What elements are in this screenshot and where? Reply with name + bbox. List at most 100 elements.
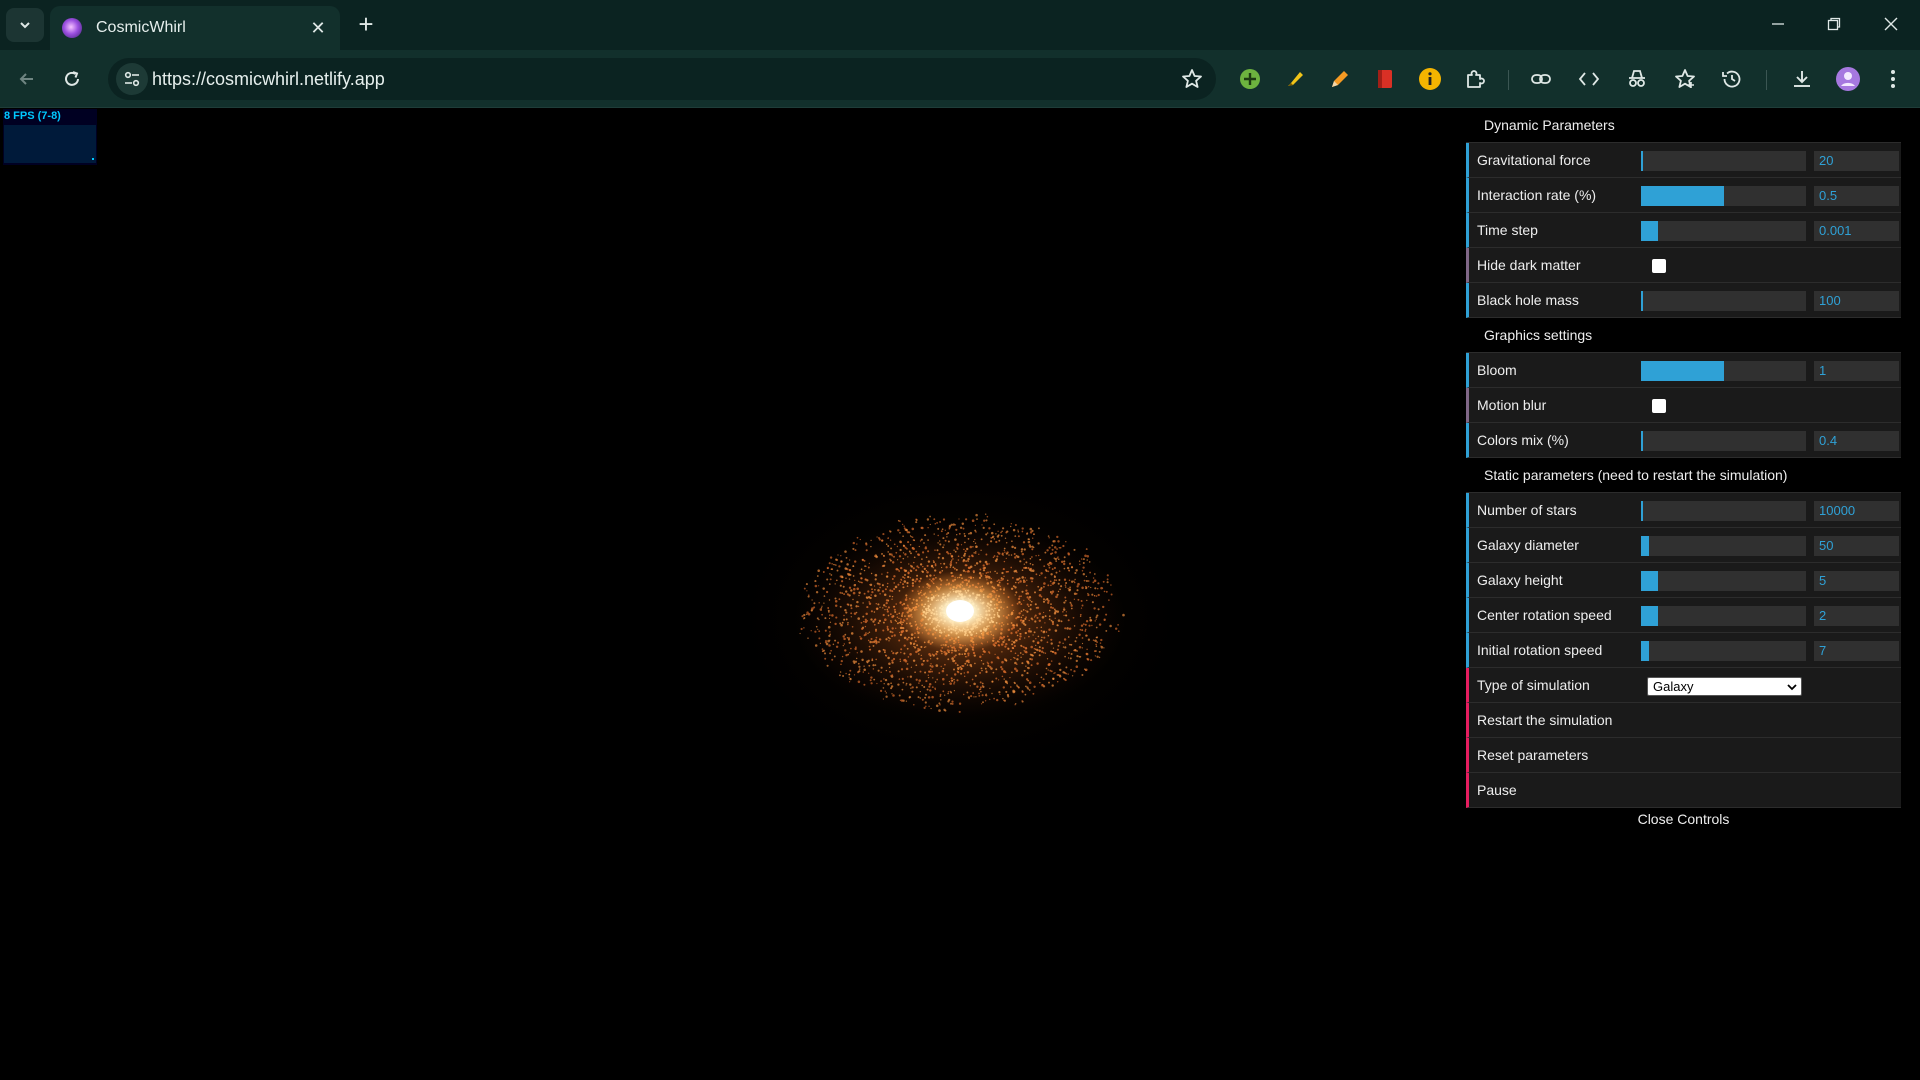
galaxy-canvas [710, 449, 1210, 789]
time-step-input[interactable]: 0.001 [1814, 221, 1899, 241]
number-of-stars-slider[interactable] [1641, 501, 1806, 521]
interaction-rate-slider[interactable] [1641, 186, 1806, 206]
center-rotation-speed-slider[interactable] [1641, 606, 1806, 626]
control-label: Black hole mass [1477, 292, 1579, 308]
address-bar[interactable]: https://cosmicwhirl.netlify.app [108, 58, 1216, 100]
favorites-star-icon[interactable] [1672, 66, 1698, 92]
pause-button[interactable]: Pause [1466, 773, 1901, 808]
number-of-stars-input[interactable]: 10000 [1814, 501, 1899, 521]
reset-parameters-button[interactable]: Reset parameters [1466, 738, 1901, 773]
chevron-down-icon [20, 22, 30, 29]
url-text[interactable]: https://cosmicwhirl.netlify.app [152, 69, 385, 90]
control-label: Type of simulation [1477, 677, 1590, 693]
site-settings-icon[interactable] [116, 63, 148, 95]
download-icon[interactable] [1789, 66, 1815, 92]
black-hole-mass-input[interactable]: 100 [1814, 291, 1899, 311]
control-center-rotation-speed: Center rotation speed 2 [1466, 598, 1901, 633]
fps-readout: 8 FPS (7-8) [4, 110, 61, 122]
section-dynamic-parameters[interactable]: Dynamic Parameters [1466, 108, 1901, 143]
control-black-hole-mass: Black hole mass 100 [1466, 283, 1901, 318]
control-initial-rotation-speed: Initial rotation speed 7 [1466, 633, 1901, 668]
fps-graph [4, 125, 96, 163]
button-label: Pause [1477, 782, 1517, 798]
galaxy-diameter-slider[interactable] [1641, 536, 1806, 556]
control-galaxy-height: Galaxy height 5 [1466, 563, 1901, 598]
extensions-puzzle-icon[interactable] [1462, 66, 1488, 92]
slider-fill [1641, 186, 1724, 206]
fps-stats-panel[interactable]: 8 FPS (7-8) [3, 109, 97, 165]
bloom-input[interactable]: 1 [1814, 361, 1899, 381]
restore-button[interactable] [1820, 12, 1848, 36]
close-window-button[interactable] [1877, 12, 1905, 36]
galaxy-height-input[interactable]: 5 [1814, 571, 1899, 591]
interaction-rate-input[interactable]: 0.5 [1814, 186, 1899, 206]
code-icon[interactable] [1576, 66, 1602, 92]
controls-panel: Dynamic Parameters Gravitational force 2… [1466, 108, 1901, 830]
info-extension-icon[interactable] [1417, 66, 1443, 92]
browser-toolbar: https://cosmicwhirl.netlify.app [0, 50, 1920, 108]
pencil-extension-icon[interactable] [1327, 66, 1353, 92]
control-label: Colors mix (%) [1477, 432, 1569, 448]
control-interaction-rate: Interaction rate (%) 0.5 [1466, 178, 1901, 213]
bookmark-star-icon[interactable] [1180, 67, 1204, 91]
control-label: Galaxy diameter [1477, 537, 1579, 553]
slider-fill [1641, 571, 1658, 591]
section-static-parameters[interactable]: Static parameters (need to restart the s… [1466, 458, 1901, 493]
gravitational-force-slider[interactable] [1641, 151, 1806, 171]
gravitational-force-input[interactable]: 20 [1814, 151, 1899, 171]
black-hole-mass-slider[interactable] [1641, 291, 1806, 311]
control-label: Time step [1477, 222, 1538, 238]
fps-graph-bar [92, 158, 94, 160]
highlighter-extension-icon[interactable] [1282, 66, 1308, 92]
colors-mix-input[interactable]: 0.4 [1814, 431, 1899, 451]
colors-mix-slider[interactable] [1641, 431, 1806, 451]
initial-rotation-speed-input[interactable]: 7 [1814, 641, 1899, 661]
menu-kebab-icon[interactable] [1880, 66, 1906, 92]
link-icon[interactable] [1528, 66, 1554, 92]
slider-fill [1641, 221, 1658, 241]
toolbar-separator [1508, 70, 1509, 90]
site-favicon-icon [62, 18, 82, 38]
bloom-slider[interactable] [1641, 361, 1806, 381]
control-number-of-stars: Number of stars 10000 [1466, 493, 1901, 528]
tab-search-button[interactable] [6, 8, 44, 42]
control-label: Motion blur [1477, 397, 1547, 413]
control-galaxy-diameter: Galaxy diameter 50 [1466, 528, 1901, 563]
control-colors-mix: Colors mix (%) 0.4 [1466, 423, 1901, 458]
motion-blur-checkbox[interactable] [1652, 399, 1666, 413]
profile-avatar-icon[interactable] [1835, 66, 1861, 92]
slider-fill [1641, 641, 1650, 661]
control-bloom: Bloom 1 [1466, 353, 1901, 388]
reload-button[interactable] [57, 64, 87, 94]
initial-rotation-speed-slider[interactable] [1641, 641, 1806, 661]
select-value: Galaxy [1653, 679, 1694, 694]
incognito-icon[interactable] [1624, 66, 1650, 92]
back-button[interactable] [12, 64, 42, 94]
control-label: Hide dark matter [1477, 257, 1581, 273]
button-label: Reset parameters [1477, 747, 1589, 763]
slider-fill [1641, 291, 1643, 311]
history-icon[interactable] [1719, 66, 1745, 92]
active-tab[interactable]: CosmicWhirl ✕ [50, 6, 340, 50]
red-bookmark-extension-icon[interactable] [1372, 66, 1398, 92]
minimize-button[interactable] [1764, 12, 1792, 36]
minimize-icon [1772, 23, 1784, 25]
section-graphics-settings[interactable]: Graphics settings [1466, 318, 1901, 353]
green-plus-extension-icon[interactable] [1237, 66, 1263, 92]
time-step-slider[interactable] [1641, 221, 1806, 241]
new-tab-button[interactable]: + [352, 10, 380, 38]
galaxy-height-slider[interactable] [1641, 571, 1806, 591]
galaxy-diameter-input[interactable]: 50 [1814, 536, 1899, 556]
center-rotation-speed-input[interactable]: 2 [1814, 606, 1899, 626]
restart-simulation-button[interactable]: Restart the simulation [1466, 703, 1901, 738]
control-gravitational-force: Gravitational force 20 [1466, 143, 1901, 178]
simulation-type-select[interactable]: Galaxy [1647, 677, 1802, 696]
control-hide-dark-matter: Hide dark matter [1466, 248, 1901, 283]
control-time-step: Time step 0.001 [1466, 213, 1901, 248]
control-label: Center rotation speed [1477, 607, 1612, 623]
control-type-of-simulation: Type of simulation Galaxy [1466, 668, 1901, 703]
hide-dark-matter-checkbox[interactable] [1652, 259, 1666, 273]
slider-fill [1641, 431, 1643, 451]
close-controls-button[interactable]: Close Controls [1466, 808, 1901, 830]
tab-close-icon[interactable]: ✕ [308, 18, 328, 39]
